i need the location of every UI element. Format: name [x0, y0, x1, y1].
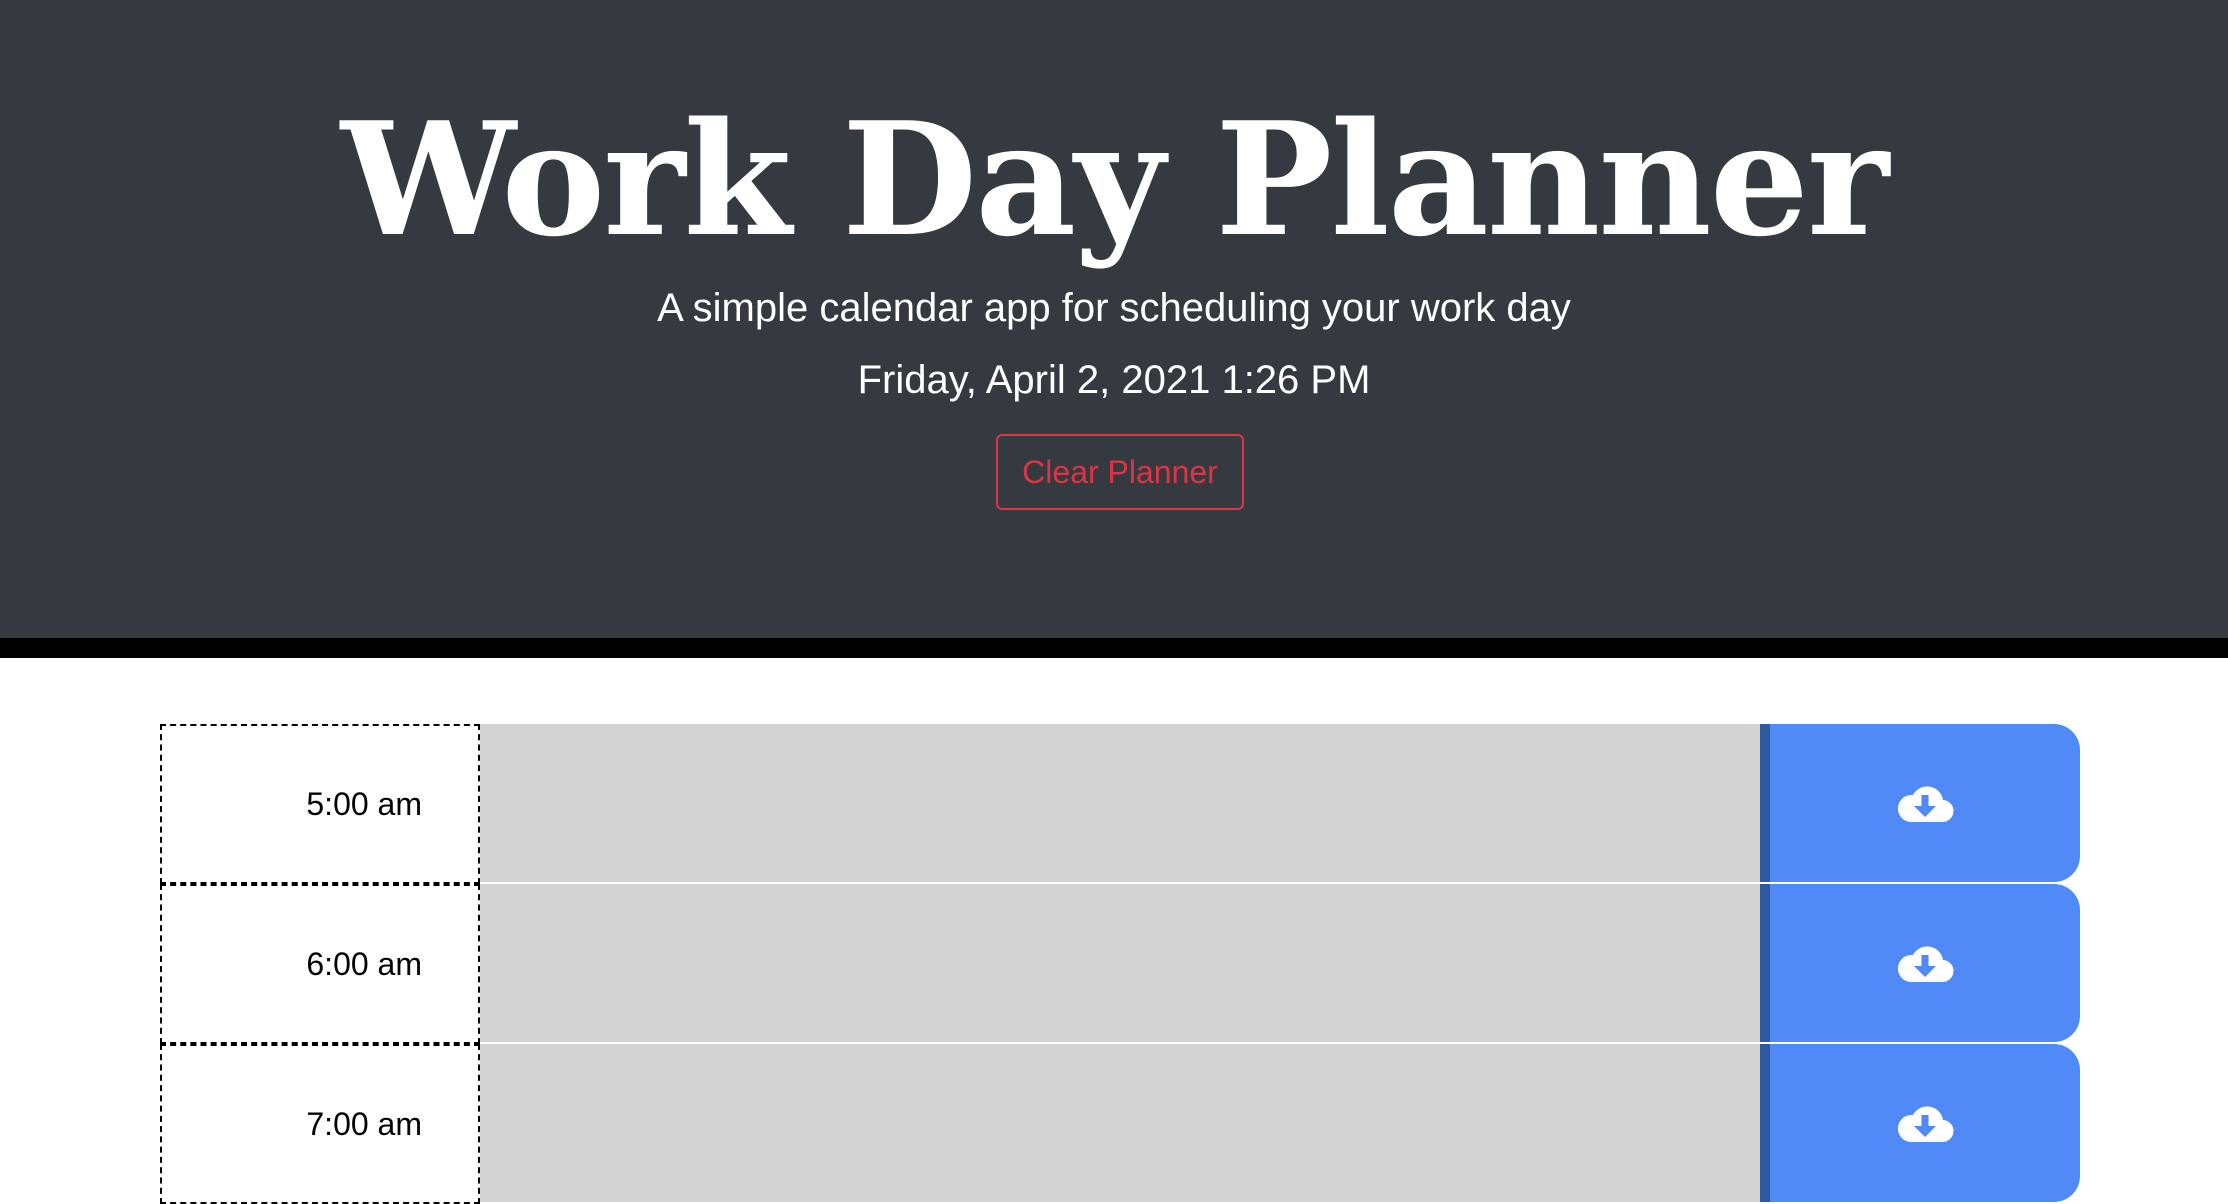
header: Work Day Planner A simple calendar app f… [0, 0, 2228, 638]
clear-planner-button[interactable]: Clear Planner [996, 434, 1244, 510]
planner: 5:00 am 6:00 am 7:00 am [160, 724, 2080, 1204]
time-block-row: 5:00 am [160, 724, 2080, 884]
page-title: Work Day Planner [340, 88, 1889, 271]
hour-label: 6:00 am [160, 884, 480, 1044]
task-textarea[interactable] [480, 884, 1760, 1044]
current-date: Friday, April 2, 2021 1:26 PM [857, 358, 1371, 402]
time-block-row: 6:00 am [160, 884, 2080, 1044]
page-subtitle: A simple calendar app for scheduling you… [657, 286, 1571, 330]
hour-label: 5:00 am [160, 724, 480, 884]
cloud-download-icon [1897, 786, 1954, 823]
cloud-download-icon [1897, 946, 1954, 983]
cloud-download-icon [1897, 1106, 1954, 1143]
task-textarea[interactable] [480, 724, 1760, 884]
task-textarea[interactable] [480, 1044, 1760, 1204]
save-button[interactable] [1760, 1044, 2080, 1202]
save-button[interactable] [1760, 724, 2080, 882]
time-block-row: 7:00 am [160, 1044, 2080, 1204]
header-divider [0, 638, 2228, 658]
hour-label: 7:00 am [160, 1044, 480, 1204]
save-button[interactable] [1760, 884, 2080, 1042]
